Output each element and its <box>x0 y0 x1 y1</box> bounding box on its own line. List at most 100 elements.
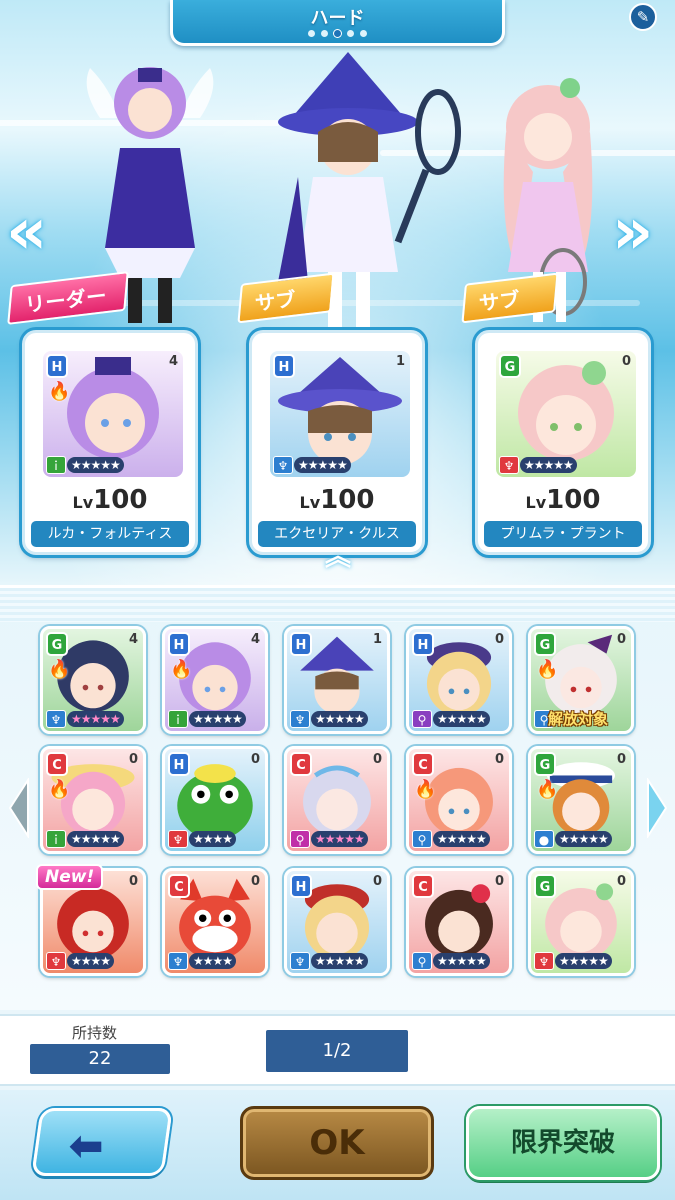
rank-badge: C <box>290 752 312 776</box>
star-rating: ★★★★★ <box>67 457 124 473</box>
page-indicator <box>173 30 502 37</box>
team-slot-leader[interactable]: H 4 🔥 ｉ ★★★★★ Lv100 ルカ・フォルティス <box>22 330 198 555</box>
fire-element-icon: 🔥 <box>48 779 71 800</box>
dup-count: 4 <box>250 632 260 647</box>
team-slot-sub-1[interactable]: H 1 ♆ ★★★★★ Lv100 エクセリア・クルス <box>249 330 425 555</box>
rank-badge: G <box>534 632 556 656</box>
star-rating: ★★★★★ <box>189 711 246 727</box>
page-number[interactable]: 1/2 <box>266 1030 408 1072</box>
dup-count: 0 <box>494 752 504 767</box>
rank-badge: H <box>412 632 434 656</box>
level-label: Lv100 <box>299 485 375 515</box>
rank-badge: G <box>534 874 556 898</box>
dup-count: 0 <box>621 354 631 369</box>
racket-skill-icon: ♆ <box>534 952 554 970</box>
ball-skill-icon: ● <box>534 830 554 848</box>
dup-count: 4 <box>168 354 178 369</box>
limit-break-button[interactable]: 限界突破 <box>466 1106 660 1180</box>
star-rating: ★★★★★ <box>67 831 124 847</box>
expand-chevron-icon[interactable]: ︽ <box>311 544 365 576</box>
character-portrait: H 1 ♆ ★★★★★ <box>270 351 410 477</box>
team-slot-sub-2[interactable]: G 0 ♆ ★★★★★ Lv100 プリムラ・プラント <box>475 330 651 555</box>
fire-element-icon: 🔥 <box>170 659 193 680</box>
character-icon[interactable]: C 0 ⚲ ★★★★★ <box>284 746 390 854</box>
back-arrow-icon: ⬅ <box>68 1121 104 1170</box>
rank-badge: C <box>412 752 434 776</box>
racket-skill-icon: ♆ <box>168 952 188 970</box>
character-portrait: H 4 🔥 ｉ ★★★★★ <box>43 351 183 477</box>
dup-count: 0 <box>250 752 260 767</box>
prev-team-arrow-icon[interactable]: « <box>6 200 66 270</box>
dup-count: 0 <box>494 632 504 647</box>
character-icon[interactable]: C 0 ⚲ ★★★★★ <box>406 868 512 976</box>
character-name: ルカ・フォルティス <box>31 521 189 547</box>
rank-badge: C <box>46 752 68 776</box>
racket-skill-icon: ♆ <box>290 710 310 728</box>
rank-badge: H <box>168 752 190 776</box>
dup-count: 0 <box>494 874 504 889</box>
ok-button[interactable]: OK <box>240 1106 434 1180</box>
panel-stripe <box>0 588 675 622</box>
prev-page-arrow-icon[interactable] <box>6 776 32 840</box>
dup-count: 0 <box>128 752 138 767</box>
character-name: プリムラ・プラント <box>484 521 642 547</box>
character-icon[interactable]: G 0 ♆ ★★★★★ <box>528 868 634 976</box>
star-rating: ★★★★ <box>189 831 237 847</box>
character-icon[interactable]: H 0 ♆ ★★★★★ <box>284 868 390 976</box>
mode-title: ハード <box>310 8 365 29</box>
next-page-arrow-icon[interactable] <box>644 776 670 840</box>
dup-count: 0 <box>372 874 382 889</box>
character-icon[interactable]: C 0 🔥 ｉ ★★★★★ <box>40 746 146 854</box>
edit-pencil-icon[interactable]: ✎ <box>629 3 657 31</box>
bat-skill-icon: ｉ <box>46 456 66 474</box>
star-rating: ★★★★★ <box>555 831 612 847</box>
next-team-arrow-icon[interactable]: » <box>612 200 672 270</box>
star-rating: ★★★★★ <box>433 711 490 727</box>
character-icon[interactable]: H 0 ♆ ★★★★ <box>162 746 268 854</box>
dup-count: 0 <box>616 874 626 889</box>
owned-count-value: 22 <box>30 1044 170 1074</box>
release-target-label: 解放対象 <box>548 710 609 728</box>
shoe-skill-icon: ⚲ <box>412 952 432 970</box>
character-icon[interactable]: C 0 ♆ ★★★★ <box>162 868 268 976</box>
character-icon[interactable]: H 1 ♆ ★★★★★ <box>284 626 390 734</box>
rank-badge: H <box>168 632 190 656</box>
fire-element-icon: 🔥 <box>536 659 559 680</box>
dup-count: 0 <box>616 632 626 647</box>
mode-tab[interactable]: ハード ✎ <box>170 0 657 46</box>
racket-skill-icon: ♆ <box>46 710 66 728</box>
page-dot[interactable] <box>321 30 328 37</box>
dup-count: 1 <box>395 354 405 369</box>
character-icon[interactable]: H 4 🔥 ｉ ★★★★★ <box>162 626 268 734</box>
back-button[interactable]: ⬅ <box>31 1108 173 1176</box>
character-icon[interactable]: H 0 ⚲ ★★★★★ <box>406 626 512 734</box>
rank-badge: H <box>46 354 68 378</box>
new-badge: New! <box>36 864 104 890</box>
rank-badge: G <box>534 752 556 776</box>
star-rating: ★★★★ <box>67 953 115 969</box>
fire-element-icon: 🔥 <box>414 779 437 800</box>
star-rating: ★★★★★ <box>311 953 368 969</box>
rank-badge: H <box>290 632 312 656</box>
page-dot[interactable] <box>308 30 315 37</box>
fire-element-icon: 🔥 <box>48 659 71 680</box>
star-rating: ★★★★★ <box>433 831 490 847</box>
dup-count: 0 <box>616 752 626 767</box>
shoe-skill-icon: ⚲ <box>412 830 432 848</box>
page-dot-active[interactable] <box>334 30 341 37</box>
level-label: Lv100 <box>72 485 148 515</box>
star-rating: ★★★★★ <box>67 711 124 727</box>
star-rating: ★★★★★ <box>311 831 368 847</box>
level-label: Lv100 <box>525 485 601 515</box>
page-dot[interactable] <box>347 30 354 37</box>
star-rating: ★★★★ <box>189 953 237 969</box>
dup-count: 0 <box>128 874 138 889</box>
character-icon[interactable]: G 4 🔥 ♆ ★★★★★ <box>40 626 146 734</box>
shoe-skill-icon: ⚲ <box>290 830 310 848</box>
character-icon[interactable]: C 0 🔥 ⚲ ★★★★★ <box>406 746 512 854</box>
fire-element-icon: 🔥 <box>48 381 71 402</box>
fire-element-icon: 🔥 <box>536 779 559 800</box>
character-icon[interactable]: G 0 🔥 ● ★★★★★ <box>528 746 634 854</box>
racket-skill-icon: ♆ <box>273 456 293 474</box>
page-dot[interactable] <box>360 30 367 37</box>
